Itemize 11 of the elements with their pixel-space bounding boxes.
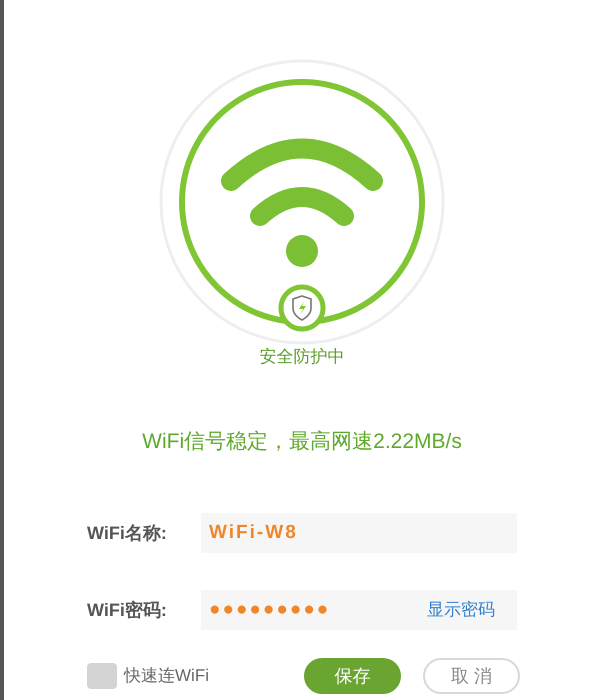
save-button[interactable]: 保存: [304, 658, 401, 694]
status-message: WiFi信号稳定，最高网速2.22MB/s: [142, 428, 462, 454]
shield-icon: [278, 284, 326, 332]
input-field[interactable]: ●●●●●●●●●: [209, 596, 330, 624]
quick-connect-label: 快速连WiFi: [124, 665, 209, 688]
field-label: WiFi名称:: [87, 522, 168, 544]
cancel-button[interactable]: 取 消: [423, 658, 520, 694]
protection-status: 安全防护中: [260, 346, 344, 368]
show-password-link[interactable]: 显示密码: [427, 597, 495, 623]
field-label: WiFi密码:: [87, 598, 168, 622]
checkbox[interactable]: [84, 662, 120, 690]
